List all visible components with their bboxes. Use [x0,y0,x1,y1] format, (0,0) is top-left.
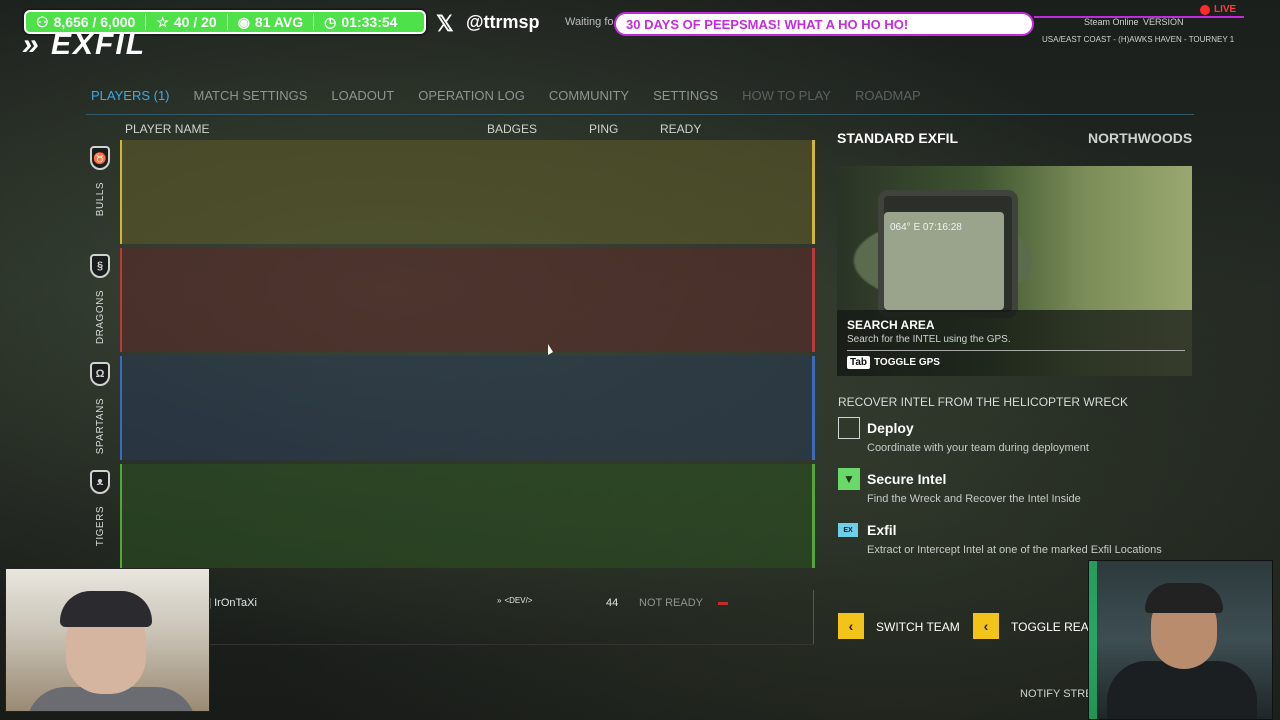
objective-title: Secure Intel [867,471,947,487]
team-tigers-slot[interactable] [120,464,814,568]
chevron-badge-icon: » [497,596,502,605]
tab-players[interactable]: PLAYERS (1) [91,88,170,103]
toggle-ready-button[interactable]: TOGGLE READ [1011,620,1097,634]
column-divider [813,590,814,645]
x-logo-icon: 𝕏 [436,11,454,36]
team-spartans-label: Ω SPARTANS [82,362,118,454]
tab-loadout[interactable]: LOADOUT [331,88,394,103]
tab-key-hint: Tab [847,356,871,369]
team-dragons-slot[interactable] [120,248,814,352]
header-ready: READY [660,122,702,136]
tab-match-settings[interactable]: MATCH SETTINGS [194,88,308,103]
preview-title: SEARCH AREA [847,318,935,332]
team-bulls-slot[interactable] [120,140,814,244]
toggle-gps-label: TOGGLE GPS [874,357,940,368]
viewers-stat: ◉ 81 AVG [237,13,304,31]
objective-header: RECOVER INTEL FROM THE HELICOPTER WRECK [838,395,1129,409]
spartan-helmet-icon: Ω [90,362,110,386]
tab-how-to-play[interactable]: HOW TO PLAY [742,88,831,103]
preview-divider [847,350,1185,351]
nav-divider [86,114,1194,115]
clock-icon: ◷ [324,13,337,30]
steam-status: Steam Online [1084,17,1139,27]
map-name: NORTHWOODS [1088,130,1193,146]
toggle-ready-chevron-icon[interactable]: ‹ [973,613,999,639]
version-text: VERSION [1143,17,1184,27]
objective-title: Deploy [867,420,914,436]
team-dragons-label: § DRAGONS [82,254,118,344]
header-ping: PING [589,122,619,136]
team-edge-colors [812,140,815,568]
social-handle: @ttrmsp [466,12,540,32]
game-logo: » EXFIL [22,28,147,61]
webcam-right [1088,560,1273,720]
ready-indicator [718,602,728,605]
exfil-icon: EX [838,523,858,537]
server-name: USA/EAST COAST - (H)AWKS HAVEN - TOURNEY… [1042,35,1235,44]
divider [226,14,228,30]
dev-badge: » <DEV/> [497,596,533,605]
dragon-icon: § [90,254,110,278]
objective-desc: Find the Wreck and Recover the Intel Ins… [867,493,1081,505]
banner-line [1034,16,1244,18]
bull-icon: ♉ [90,146,110,170]
waiting-text: Waiting fo [565,16,614,28]
team-tigers-label: ᴥ TIGERS [82,470,118,546]
deploy-checkbox-icon [838,417,860,439]
divider [313,14,315,30]
mouse-cursor-icon [548,344,553,355]
chevrons-icon: » [22,28,41,61]
eye-icon: ◉ [237,13,250,30]
tab-settings[interactable]: SETTINGS [653,88,718,103]
peepsmas-banner: 30 DAYS OF PEEPSMAS! WHAT A HO HO HO! [614,12,1034,36]
live-badge: LIVE [1200,4,1236,15]
objective-desc: Extract or Intercept Intel at one of the… [867,544,1162,556]
stars-stat: ☆ 40 / 20 [156,13,217,31]
tab-operation-log[interactable]: OPERATION LOG [418,88,525,103]
ready-status: NOT READY [639,597,703,609]
table-bottom-line [120,644,814,645]
switch-team-button[interactable]: SWITCH TEAM [876,620,960,634]
team-spartans-slot[interactable] [120,356,814,460]
header-badges: BADGES [487,122,538,136]
player-ping: 44 [606,597,619,609]
preview-desc: Search for the INTEL using the GPS. [847,334,1011,345]
objective-title: Exfil [867,522,897,538]
objective-desc: Coordinate with your team during deploym… [867,442,1089,454]
switch-team-chevron-icon[interactable]: ‹ [838,613,864,639]
uptime-stat: ◷ 01:33:54 [324,13,398,31]
game-mode: STANDARD EXFIL [837,130,959,146]
tiger-icon: ᴥ [90,470,110,494]
star-icon: ☆ [156,13,169,30]
main-nav: PLAYERS (1) MATCH SETTINGS LOADOUT OPERA… [91,88,921,103]
player-name: ] IrOnTaXi [208,597,257,609]
tab-community[interactable]: COMMUNITY [549,88,629,103]
tab-roadmap[interactable]: ROADMAP [855,88,921,103]
gps-readout: 064° E 07:16:28 [890,222,962,233]
header-player-name: PLAYER NAME [125,122,210,136]
live-dot-icon [1200,4,1210,15]
team-bulls-label: ♉ BULLS [82,146,118,216]
webcam-left [5,568,210,712]
secure-intel-icon: ▼ [838,468,860,490]
